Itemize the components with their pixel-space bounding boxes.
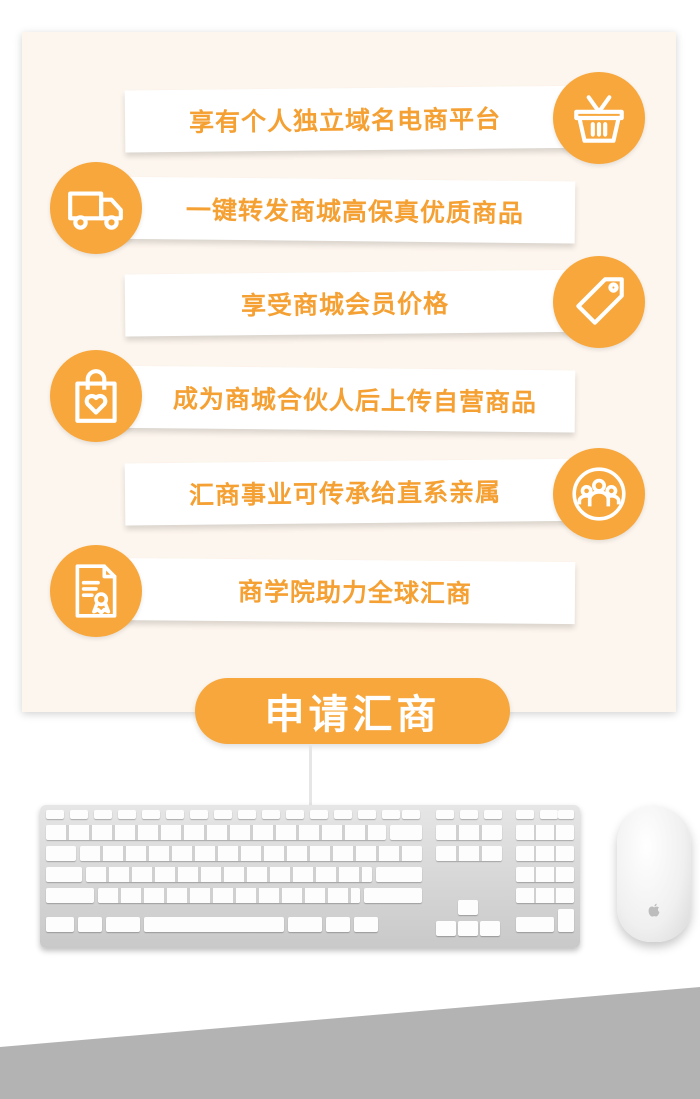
keyboard-cable bbox=[309, 744, 312, 808]
keyboard-image bbox=[40, 805, 580, 948]
feature-card-6: 商学院助力全球汇商 bbox=[94, 557, 576, 625]
feature-text-2: 一键转发商城高保真优质商品 bbox=[185, 195, 525, 228]
feature-card-3: 享受商城会员价格 bbox=[124, 269, 606, 337]
feature-card-2: 一键转发商城高保真优质商品 bbox=[94, 176, 576, 244]
mouse-image bbox=[617, 806, 691, 942]
shopping-bag-heart-icon bbox=[50, 350, 142, 442]
feature-card-1: 享有个人独立域名电商平台 bbox=[124, 85, 606, 153]
feature-text-6: 商学院助力全球汇商 bbox=[237, 577, 473, 609]
certificate-document-icon bbox=[50, 545, 142, 637]
feature-text-4: 成为商城合伙人后上传自营商品 bbox=[172, 384, 538, 418]
truck-icon bbox=[50, 162, 142, 254]
apple-logo-icon bbox=[648, 903, 660, 917]
people-group-icon bbox=[553, 448, 645, 540]
feature-card-4: 成为商城合伙人后上传自营商品 bbox=[94, 365, 576, 433]
basket-icon bbox=[553, 72, 645, 164]
feature-text-5: 汇商事业可传承给直系亲属 bbox=[188, 477, 502, 510]
tag-icon bbox=[553, 256, 645, 348]
feature-text-3: 享受商城会员价格 bbox=[240, 289, 450, 321]
apply-button[interactable]: 申请汇商 bbox=[195, 678, 510, 744]
feature-card-5: 汇商事业可传承给直系亲属 bbox=[124, 458, 606, 526]
feature-text-1: 享有个人独立域名电商平台 bbox=[188, 104, 502, 137]
apply-button-label: 申请汇商 bbox=[264, 692, 441, 738]
